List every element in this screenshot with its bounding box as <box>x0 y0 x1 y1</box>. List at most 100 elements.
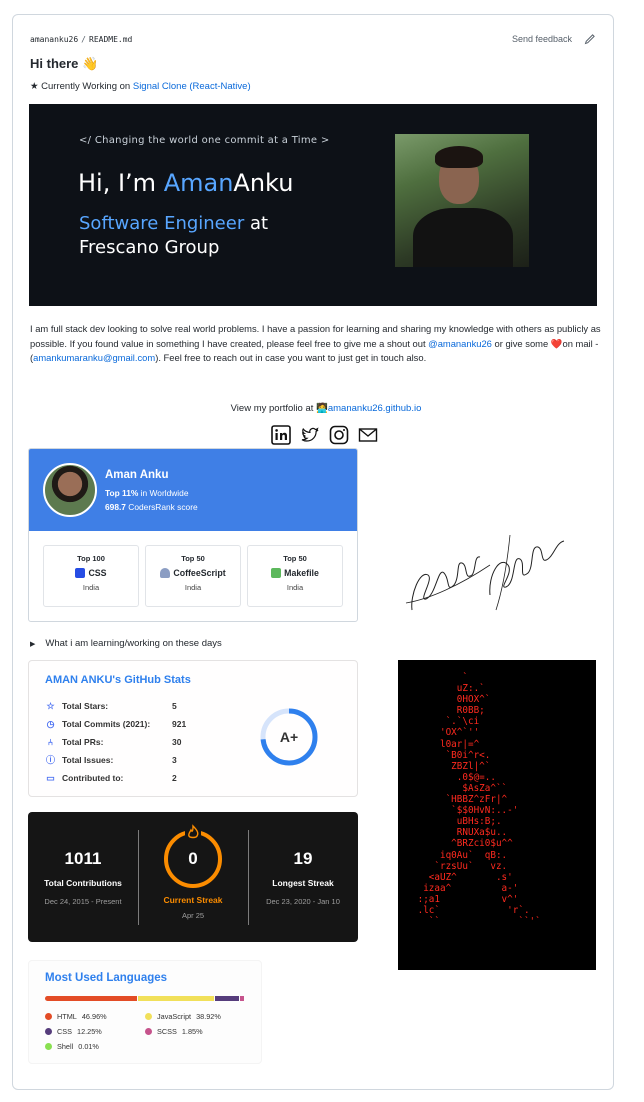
languages-legend: HTML 46.96% JavaScript 38.92% CSS 12.25% SC… <box>45 1012 255 1051</box>
profile-banner: </ Changing the world one commit at a Ti… <box>29 104 597 306</box>
disclosure-triangle-icon[interactable]: ▶ <box>30 641 35 648</box>
mail-icon[interactable] <box>358 425 378 445</box>
project-link[interactable]: Signal Clone (React-Native) <box>133 81 251 92</box>
codersrank-header: Aman Anku Top 11% in Worldwide 698.7 Cod… <box>29 449 357 531</box>
stat-row: ☆ Total Stars: 5 <box>45 697 186 715</box>
tile-region: India <box>184 583 202 592</box>
language-bar-segment <box>45 996 138 1001</box>
codersrank-name: Aman Anku <box>105 469 169 481</box>
grade-text: A+ <box>280 729 298 745</box>
stat-value: 2 <box>172 773 177 783</box>
score-value: 698.7 <box>105 502 126 512</box>
languages-title: Most Used Languages <box>45 972 168 984</box>
edit-pencil-icon[interactable] <box>584 33 596 45</box>
total-value: 1011 <box>64 849 102 868</box>
file-name: README.md <box>89 34 133 44</box>
stat-value: 3 <box>172 755 177 765</box>
language-pct: 46.96% <box>81 1012 107 1021</box>
rank-scope: in Worldwide <box>138 488 189 498</box>
tile-language: Makefile <box>248 568 342 578</box>
pull-request-icon: ⑃ <box>47 736 54 747</box>
language-name: HTML <box>57 1012 77 1021</box>
language-item: Shell 0.01% <box>45 1042 145 1051</box>
tile-region: India <box>286 583 304 592</box>
banner-role-at: at <box>244 213 269 234</box>
details-summary[interactable]: ▶ What i am learning/working on these day… <box>30 638 222 649</box>
rank-tile-makefile: Top 50 Makefile India <box>247 545 343 607</box>
stat-label: Total Stars: <box>62 701 109 711</box>
css3-icon <box>75 568 86 578</box>
profile-photo <box>395 134 529 267</box>
language-item: CSS 12.25% <box>45 1027 145 1036</box>
languages-bar <box>45 996 246 1001</box>
score-label: CodersRank score <box>125 502 198 512</box>
summary-text: What i am learning/working on these days <box>45 638 222 649</box>
codersrank-widget[interactable]: Aman Anku Top 11% in Worldwide 698.7 Cod… <box>28 448 358 622</box>
twitter-icon[interactable] <box>300 425 320 445</box>
language-item: HTML 46.96% <box>45 1012 145 1021</box>
language-dot <box>45 1028 52 1035</box>
working-prefix: ★ Currently Working on <box>30 81 133 92</box>
tile-language: CSS <box>44 568 138 578</box>
rank-tile-coffeescript: Top 50 CoffeeScript India <box>145 545 241 607</box>
makefile-icon <box>271 568 282 578</box>
language-item: JavaScript 38.92% <box>145 1012 245 1021</box>
language-name: JavaScript <box>157 1012 192 1021</box>
heart-icon: ❤️ <box>550 337 563 349</box>
stat-value: 5 <box>172 701 177 711</box>
stat-label: Total PRs: <box>62 737 104 747</box>
send-feedback-link[interactable]: Send feedback <box>512 34 572 44</box>
twitter-handle-link[interactable]: @amananku26 <box>428 338 492 349</box>
handwritten-signature <box>405 534 565 611</box>
longest-label: Longest Streak <box>272 878 334 888</box>
streak-card: 1011 Total Contributions Dec 24, 2015 - … <box>28 812 358 942</box>
tile-rank: Top 50 <box>181 554 205 563</box>
about-text-4: ). Feel free to reach out in case you wa… <box>155 352 427 363</box>
language-bar-segment <box>138 996 215 1001</box>
about-text-2: or give some <box>491 337 551 349</box>
linkedin-icon[interactable] <box>271 425 291 445</box>
about-paragraph: I am full stack dev looking to solve rea… <box>30 322 602 366</box>
stat-row: ◷ Total Commits (2021): 921 <box>45 715 187 733</box>
longest-range: Dec 23, 2020 - Jan 10 <box>266 897 340 906</box>
stat-label: Total Issues: <box>62 755 114 765</box>
longest-value: 19 <box>293 849 313 868</box>
language-name: CSS <box>57 1027 73 1036</box>
total-range: Dec 24, 2015 - Present <box>44 897 122 906</box>
github-stats-card: AMAN ANKU's GitHub Stats ☆ Total Stars: 5 … <box>28 660 358 797</box>
repo-owner-link[interactable]: amananku26 <box>30 35 78 44</box>
instagram-icon[interactable] <box>329 425 349 445</box>
language-dot <box>45 1013 52 1020</box>
banner-last-name: Anku <box>233 169 294 197</box>
languages-card: Most Used Languages HTML 46.96% JavaScrip… <box>28 960 262 1064</box>
stat-row: ⑃ Total PRs: 30 <box>45 733 186 751</box>
photo-hair <box>435 146 483 168</box>
language-dot <box>45 1043 52 1050</box>
language-name: SCSS <box>157 1027 177 1036</box>
language-pct: 12.25% <box>77 1027 102 1036</box>
portfolio-prefix: View my portfolio at <box>230 403 317 414</box>
language-item: SCSS 1.85% <box>145 1027 245 1036</box>
total-contributions: 1011 Total Contributions Dec 24, 2015 - … <box>28 812 138 906</box>
currently-working-line: ★ Currently Working on Signal Clone (Rea… <box>30 81 251 92</box>
current-date: Apr 25 <box>181 911 205 920</box>
email-link[interactable]: amankumaranku@gmail.com <box>33 352 155 363</box>
portfolio-line: View my portfolio at 🧑‍💻amananku26.githu… <box>13 403 639 414</box>
portfolio-link[interactable]: amananku26.github.io <box>328 403 422 414</box>
photo-body <box>413 208 513 267</box>
banner-role: Software Engineer at Frescano Group <box>79 212 268 260</box>
language-pct: 0.01% <box>78 1042 99 1051</box>
rank-tile-css: Top 100 CSS India <box>43 545 139 607</box>
technologist-emoji-icon: 🧑‍💻 <box>316 403 328 414</box>
total-label: Total Contributions <box>44 878 122 888</box>
stat-value: 30 <box>172 737 182 747</box>
avatar <box>43 463 97 517</box>
stat-value: 921 <box>172 719 187 729</box>
language-dot <box>145 1028 152 1035</box>
tile-language-name: CoffeeScript <box>173 568 226 578</box>
stat-row: ▭ Contributed to: 2 <box>45 769 186 787</box>
tile-rank: Top 50 <box>283 554 307 563</box>
language-pct: 38.92% <box>196 1012 221 1021</box>
tile-rank: Top 100 <box>77 554 105 563</box>
banner-name: Hi, I’m AmanAnku <box>78 169 293 197</box>
